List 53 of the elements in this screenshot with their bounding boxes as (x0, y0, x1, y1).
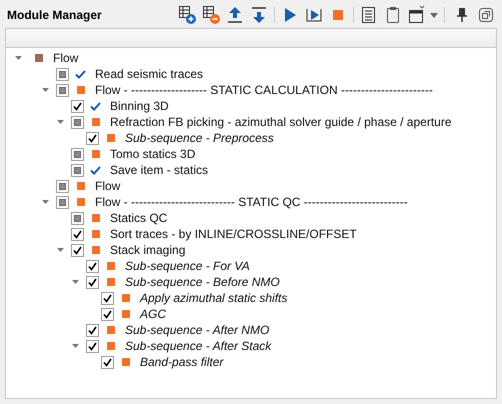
tree-item[interactable]: Flow (53, 50, 78, 66)
checkbox[interactable] (86, 340, 99, 352)
tree-item[interactable]: Sub-sequence - After NMO (125, 322, 270, 338)
tree-item[interactable]: Band-pass filter (140, 354, 224, 370)
check-mark-icon (90, 102, 101, 110)
dropdown-caret-icon[interactable] (430, 12, 438, 18)
tree-item[interactable]: Flow - ------------------- STATIC CALCULATION ----------------------- (95, 82, 433, 98)
panel-title: Module Manager (7, 7, 102, 24)
checkbox[interactable] (71, 212, 84, 224)
checkbox[interactable] (101, 356, 114, 368)
checkbox[interactable] (86, 276, 99, 288)
tree-item[interactable]: Read seismic traces (95, 66, 204, 82)
checkbox[interactable] (56, 84, 69, 96)
expand-arrow-icon[interactable] (72, 344, 78, 348)
expand-arrow-icon[interactable] (72, 280, 78, 284)
tree-item[interactable]: Sort traces - by INLINE/CROSSLINE/OFFSET (110, 226, 357, 242)
tree-item[interactable]: Sub-sequence - After Stack (125, 338, 272, 354)
checkbox[interactable] (101, 292, 114, 304)
tree-item[interactable]: Flow (95, 178, 120, 194)
remove-module-icon[interactable] (200, 4, 222, 26)
checkbox[interactable] (56, 68, 69, 80)
expand-arrow-icon[interactable] (14, 56, 22, 60)
tree-item[interactable]: Sub-sequence - Preprocess (125, 130, 274, 146)
check-mark-icon (90, 166, 101, 174)
tree-item[interactable]: Binning 3D (110, 98, 169, 114)
checkbox[interactable] (86, 132, 99, 144)
tree-item[interactable]: Statics QC (110, 210, 168, 226)
tree-item[interactable]: Save item - statics (110, 162, 208, 178)
checkbox[interactable] (71, 228, 84, 240)
checkbox[interactable] (71, 164, 84, 176)
checkbox[interactable] (71, 244, 84, 256)
tree-item[interactable]: Flow - -------------------------- STATIC QC -------------------------- (95, 194, 408, 210)
checkbox[interactable] (71, 148, 84, 160)
add-module-icon[interactable] (176, 4, 198, 26)
expand-arrow-icon[interactable] (42, 200, 48, 204)
checkbox[interactable] (86, 324, 99, 336)
expand-arrow-icon[interactable] (56, 120, 64, 124)
checkbox[interactable] (56, 180, 69, 192)
tree-item[interactable]: Sub-sequence - Before NMO (125, 274, 280, 290)
check-mark-icon (75, 70, 86, 78)
tree-item[interactable]: Stack imaging (110, 242, 186, 258)
checkbox[interactable] (71, 100, 84, 112)
expand-arrow-icon[interactable] (42, 88, 48, 92)
tree-item[interactable]: Refraction FB picking - azimuthal solver guide / phase / aperture (110, 114, 452, 130)
checkbox[interactable] (101, 308, 114, 320)
tree-item[interactable]: Tomo statics 3D (110, 146, 196, 162)
tree-item[interactable]: Apply azimuthal static shifts (140, 290, 288, 306)
tree-item[interactable]: AGC (140, 306, 166, 322)
tree-item[interactable]: Sub-sequence - For VA (125, 258, 250, 274)
checkbox[interactable] (86, 260, 99, 272)
expand-arrow-icon[interactable] (56, 248, 64, 252)
checkbox[interactable] (71, 116, 84, 128)
checkbox[interactable] (56, 196, 69, 208)
